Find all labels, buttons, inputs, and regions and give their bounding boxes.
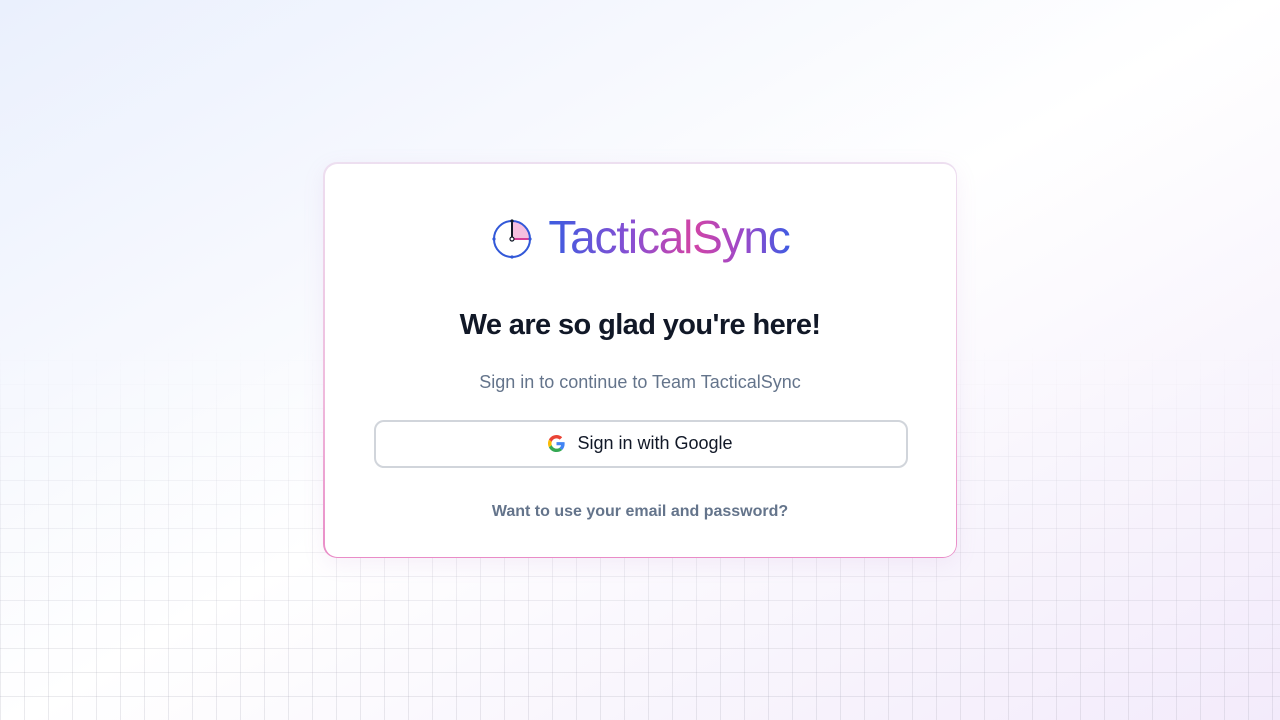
login-card: TacticalSync We are so glad you're here!…	[323, 162, 957, 558]
google-sign-in-button[interactable]: Sign in with Google	[373, 419, 908, 468]
brand-logo: TacticalSync	[325, 214, 956, 264]
google-icon	[548, 435, 566, 452]
clock-icon	[492, 218, 532, 259]
brand-name: TacticalSync	[548, 210, 790, 263]
google-sign-in-label: Sign in with Google	[577, 433, 733, 453]
email-password-link-row: Want to use your email and password?	[325, 503, 956, 521]
email-password-link[interactable]: Want to use your email and password?	[492, 503, 788, 520]
sign-in-subtitle: Sign in to continue to Team TacticalSync	[479, 371, 801, 392]
page-title: We are so glad you're here!	[459, 308, 821, 341]
login-card-body: TacticalSync We are so glad you're here!…	[324, 163, 956, 557]
